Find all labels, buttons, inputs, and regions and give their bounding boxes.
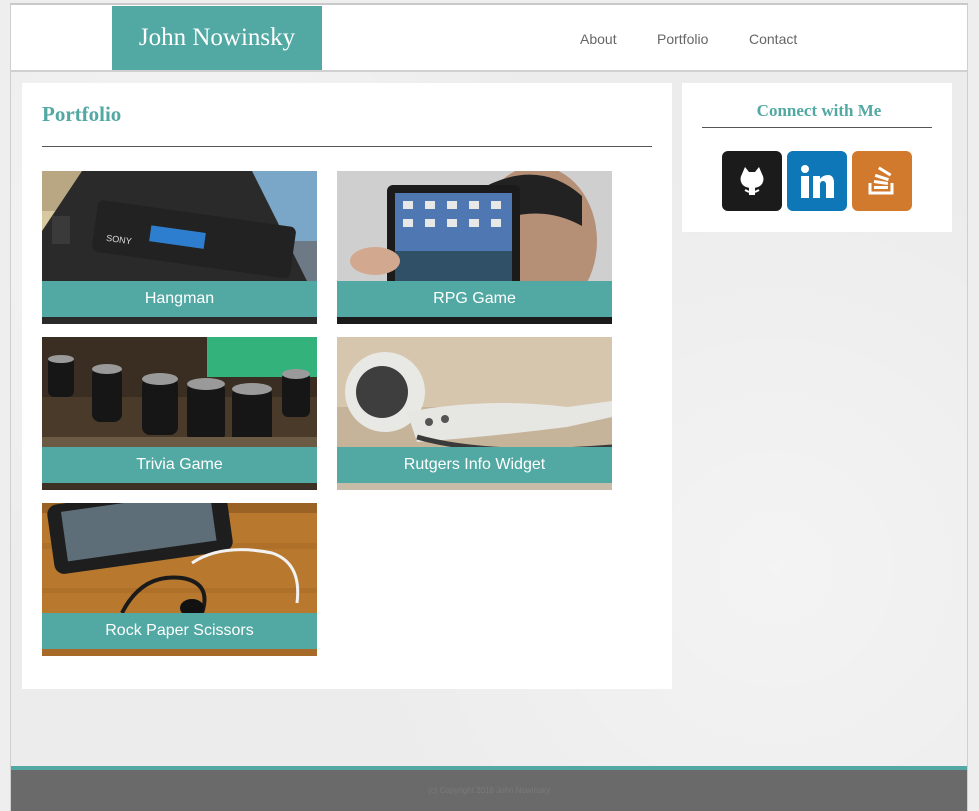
stackoverflow-glyph — [868, 166, 894, 195]
page-title: Portfolio — [42, 102, 122, 126]
connect-title: Connect with Me — [756, 101, 882, 120]
project-card-rock-paper-scissors[interactable]: Rock Paper Scissors — [42, 503, 317, 656]
title-divider — [42, 146, 652, 147]
site-header: John Nowinsky About Portfolio Contact — [11, 5, 967, 72]
connect-panel: Connect with Me — [682, 83, 952, 232]
photo-strip — [42, 649, 317, 656]
project-label: Trivia Game — [42, 447, 317, 483]
stackoverflow-icon[interactable] — [852, 151, 912, 211]
photo-strip — [42, 483, 317, 490]
project-label: Rutgers Info Widget — [337, 447, 612, 483]
project-card-hangman[interactable]: SONY Hangman — [42, 171, 317, 324]
project-card-rutgers-info-widget[interactable]: Rutgers Info Widget — [337, 337, 612, 490]
site-footer: (c) Copyright 2016 John Nowinsky — [11, 770, 967, 811]
copyright-text: (c) Copyright 2016 John Nowinsky — [428, 786, 550, 795]
nav-contact[interactable]: Contact — [749, 31, 797, 47]
brand-logo[interactable]: John Nowinsky — [112, 6, 322, 70]
project-label: RPG Game — [337, 281, 612, 317]
project-card-rpg-game[interactable]: RPG Game — [337, 171, 612, 324]
nav-portfolio[interactable]: Portfolio — [657, 31, 708, 47]
github-glyph — [740, 167, 764, 195]
nav-about[interactable]: About — [580, 31, 617, 47]
page-container: John Nowinsky About Portfolio Contact Po… — [10, 5, 968, 811]
linkedin-glyph — [801, 165, 834, 198]
photo-strip — [42, 317, 317, 324]
photo-strip — [337, 483, 612, 490]
project-label: Rock Paper Scissors — [42, 613, 317, 649]
photo-strip — [337, 317, 612, 324]
project-label: Hangman — [42, 281, 317, 317]
project-card-trivia-game[interactable]: Trivia Game — [42, 337, 317, 490]
github-icon[interactable] — [722, 151, 782, 211]
portfolio-panel: Portfolio SONY Hangman RPG Game Trivia G… — [22, 83, 672, 689]
linkedin-icon[interactable] — [787, 151, 847, 211]
connect-divider — [702, 127, 932, 128]
